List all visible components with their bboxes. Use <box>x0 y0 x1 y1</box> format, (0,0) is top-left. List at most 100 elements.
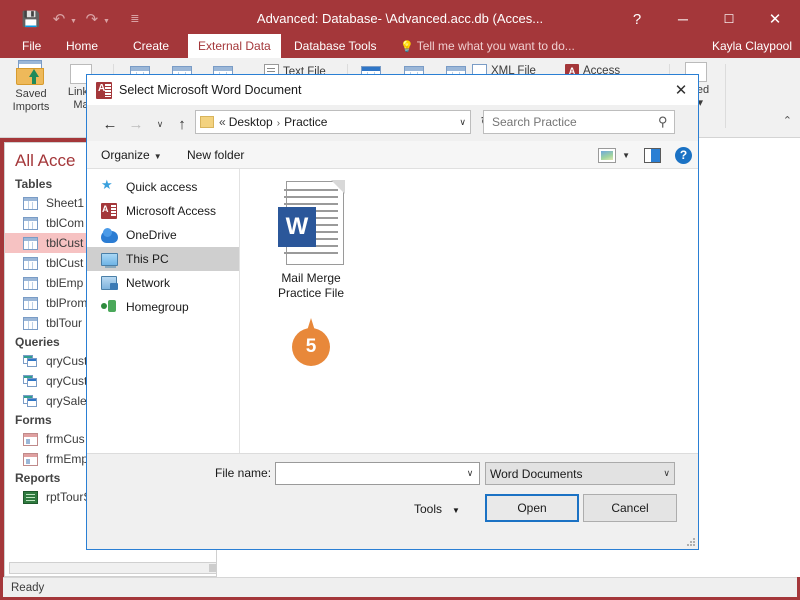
file-name-dropdown-icon[interactable]: ∨ <box>461 468 479 479</box>
homegroup-icon <box>101 299 117 315</box>
breadcrumb-desktop[interactable]: Desktop <box>229 115 273 129</box>
nav-item-label: tblCom <box>46 216 85 230</box>
resize-grip[interactable] <box>686 537 696 547</box>
file-item-mail-merge-practice-file[interactable]: W Mail Merge Practice File <box>256 180 366 301</box>
sidebar-item-label: This PC <box>126 252 169 266</box>
change-view-caret-icon[interactable]: ▼ <box>622 151 630 160</box>
sidebar-item-this-pc[interactable]: This PC <box>87 247 239 271</box>
table-icon <box>23 236 38 250</box>
file-name-label: File name: <box>215 466 272 480</box>
tab-external-data[interactable]: External Data <box>188 34 281 58</box>
nav-item-label: qryCust <box>46 374 88 388</box>
word-document-icon: W <box>278 180 345 265</box>
word-logo-letter: W <box>278 207 316 247</box>
close-icon[interactable]: ✕ <box>752 0 798 38</box>
address-dropdown-icon[interactable]: ∨ <box>459 117 466 128</box>
dialog-file-list[interactable]: W Mail Merge Practice File <box>241 169 698 453</box>
maximize-icon[interactable]: ☐ <box>706 0 752 38</box>
dialog-view-controls: ▼ ? <box>598 141 692 169</box>
file-item-label: Mail Merge Practice File <box>256 271 366 301</box>
saved-imports-label-1: Saved <box>15 88 47 100</box>
dialog-title-bar: A Select Microsoft Word Document ✕ <box>87 75 698 105</box>
preview-pane-icon[interactable] <box>644 147 661 163</box>
nav-item-label: tblEmp <box>46 276 84 290</box>
nav-item-label: tblProm <box>46 296 88 310</box>
tab-file[interactable]: File <box>12 34 51 58</box>
form-icon <box>23 452 38 466</box>
table-icon <box>23 296 38 310</box>
sidebar-item-onedrive[interactable]: OneDrive <box>87 223 239 247</box>
dialog-title: Select Microsoft Word Document <box>119 83 302 97</box>
query-icon <box>23 354 38 368</box>
select-word-document-dialog: A Select Microsoft Word Document ✕ ← → ∨… <box>86 74 699 550</box>
tab-database-tools[interactable]: Database Tools <box>284 34 387 58</box>
pin-icon <box>101 177 117 195</box>
file-type-caret-icon: ∨ <box>663 468 670 478</box>
open-button[interactable]: Open <box>485 494 579 522</box>
table-icon <box>23 256 38 270</box>
file-type-select[interactable]: Word Documents ∨ <box>485 462 675 485</box>
callout-step-marker: 5 <box>292 318 330 366</box>
title-bar: 💾 ↶ ▼ ↷ ▼ ≣ Advanced: Database- \Advance… <box>0 0 800 38</box>
collapse-ribbon-icon[interactable]: ⌃ <box>783 114 792 127</box>
search-input[interactable] <box>490 114 659 130</box>
file-name-input[interactable] <box>276 463 461 484</box>
tell-me-label: Tell me what you want to do... <box>416 39 575 53</box>
sidebar-item-network[interactable]: Network <box>87 271 239 295</box>
table-icon <box>23 196 38 210</box>
tell-me-box[interactable]: 💡 Tell me what you want to do... <box>400 34 575 58</box>
cancel-button[interactable]: Cancel <box>583 494 677 522</box>
dialog-command-bar: Organize ▼ New folder ▼ ? <box>87 141 698 169</box>
saved-imports-button[interactable]: Saved Imports <box>4 60 58 114</box>
nav-item-label: frmEmp <box>46 452 88 466</box>
minimize-icon[interactable]: ─ <box>660 0 706 38</box>
nav-pane-horizontal-scrollbar[interactable] <box>9 562 216 574</box>
nav-item-label: tblCust <box>46 256 84 270</box>
tools-button[interactable]: Tools ▼ <box>414 497 460 521</box>
back-icon[interactable]: ← <box>99 113 121 135</box>
nav-item-label: qrySale <box>46 394 87 408</box>
change-view-icon[interactable] <box>598 147 617 163</box>
dialog-navigation-pane: Quick access A Microsoft Access OneDrive… <box>87 169 240 453</box>
help-icon[interactable]: ? <box>614 0 660 38</box>
file-name-field[interactable]: ∨ <box>275 462 480 485</box>
folder-icon <box>200 116 214 128</box>
lightbulb-icon: 💡 <box>400 41 414 53</box>
breadcrumb: «Desktop › Practice <box>219 115 455 129</box>
up-one-level-icon[interactable]: ↑ <box>171 113 193 135</box>
network-icon <box>101 275 118 291</box>
organize-button[interactable]: Organize ▼ <box>101 141 162 169</box>
help-icon[interactable]: ? <box>675 146 692 164</box>
saved-imports-icon <box>16 60 46 86</box>
search-box[interactable]: ⚲ <box>483 110 675 134</box>
breadcrumb-practice[interactable]: Practice <box>284 115 327 129</box>
address-bar[interactable]: «Desktop › Practice ∨ <box>195 110 471 134</box>
tab-create[interactable]: Create <box>123 34 179 58</box>
tools-caret-icon: ▼ <box>452 506 460 515</box>
search-icon[interactable]: ⚲ <box>658 114 668 130</box>
organize-label: Organize <box>101 148 150 162</box>
sidebar-item-label: OneDrive <box>126 228 177 242</box>
breadcrumb-overflow-icon[interactable]: « <box>219 115 226 129</box>
new-folder-button[interactable]: New folder <box>187 141 244 169</box>
report-icon <box>23 490 38 504</box>
sidebar-item-homegroup[interactable]: Homegroup <box>87 295 239 319</box>
recent-locations-icon[interactable]: ∨ <box>149 113 171 135</box>
callout-number: 5 <box>305 336 317 357</box>
sidebar-item-label: Network <box>126 276 171 290</box>
ribbon-tab-bar: File Home Create External Data Database … <box>0 34 800 58</box>
dialog-footer: File name: ∨ Word Documents ∨ Tools ▼ Ope… <box>87 453 698 549</box>
tab-home[interactable]: Home <box>56 34 108 58</box>
user-account-label[interactable]: Kayla Claypool <box>712 34 792 58</box>
sidebar-item-label: Homegroup <box>126 300 189 314</box>
forward-icon[interactable]: → <box>125 113 147 135</box>
organize-caret-icon: ▼ <box>153 152 162 161</box>
saved-imports-label-2: Imports <box>12 101 50 113</box>
query-icon <box>23 374 38 388</box>
computer-icon <box>101 251 118 268</box>
cloud-icon <box>101 227 118 243</box>
sidebar-item-microsoft-access[interactable]: A Microsoft Access <box>87 199 239 223</box>
file-item-label-line2: Practice File <box>277 286 345 300</box>
sidebar-item-quick-access[interactable]: Quick access <box>87 175 239 199</box>
dialog-close-icon[interactable]: ✕ <box>668 79 694 101</box>
